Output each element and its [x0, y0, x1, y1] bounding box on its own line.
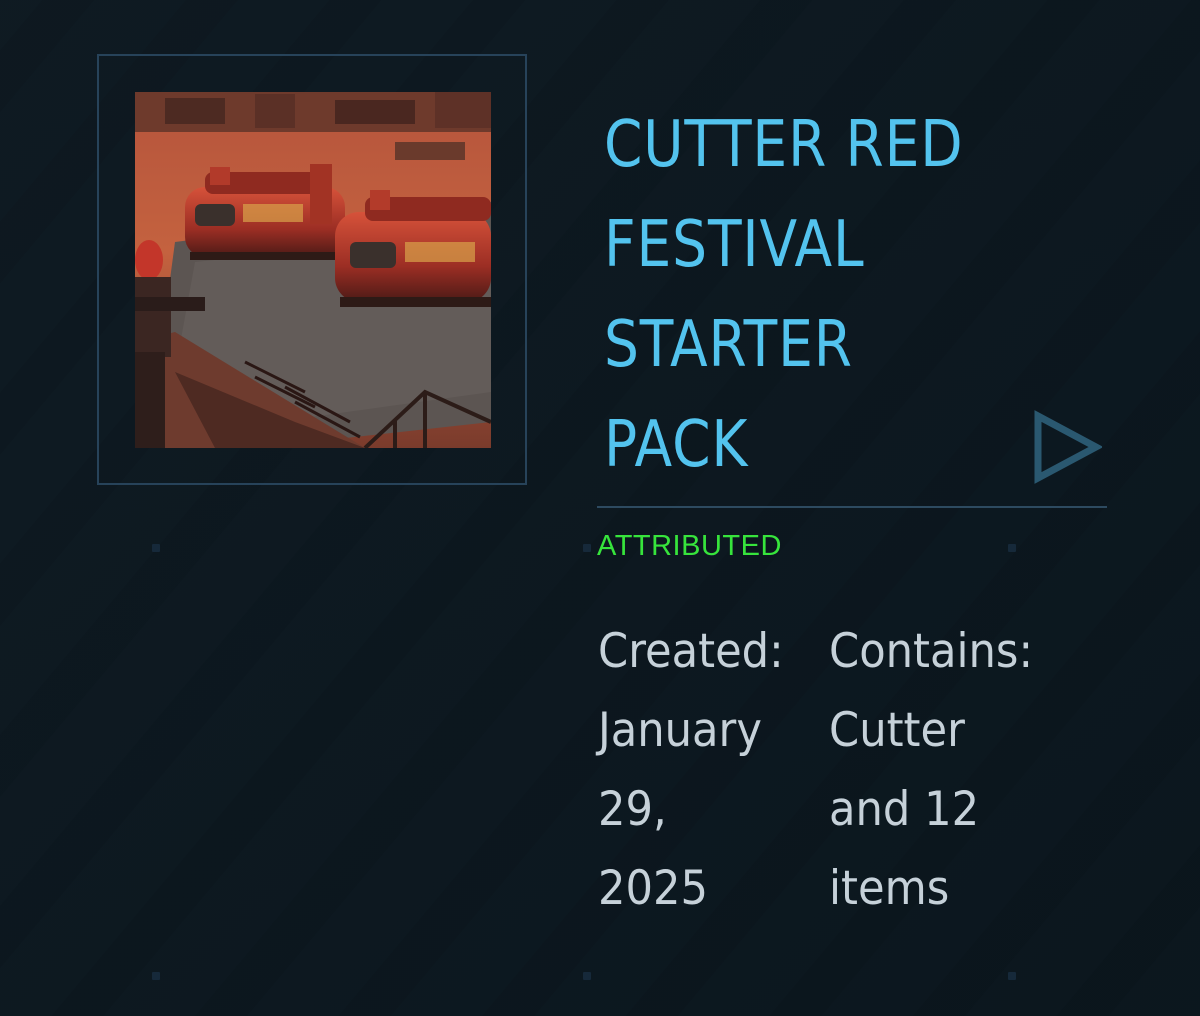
cutter-ships-image	[135, 92, 491, 448]
section-divider	[597, 506, 1107, 508]
created-value: 2025	[598, 861, 709, 916]
contains-info: Contains: Cutter and 12 items	[829, 612, 1033, 928]
grid-marker	[583, 972, 591, 980]
play-triangle-icon	[1034, 410, 1104, 484]
play-button[interactable]	[1030, 410, 1104, 484]
title-line: FESTIVAL	[604, 208, 865, 282]
contains-label: Contains:	[829, 624, 1034, 679]
created-value: 29,	[598, 782, 667, 837]
item-thumbnail[interactable]	[135, 92, 491, 448]
created-info: Created: January 29, 2025	[598, 612, 784, 928]
contains-value: Cutter	[829, 703, 965, 758]
created-value: January	[598, 703, 762, 758]
contains-value: items	[829, 861, 950, 916]
grid-marker	[1008, 972, 1016, 980]
grid-marker	[583, 544, 591, 552]
item-title: CUTTER RED FESTIVAL STARTER PACK	[604, 95, 982, 495]
contains-value: and 12	[829, 782, 980, 837]
status-badge: ATTRIBUTED	[597, 530, 782, 562]
grid-marker	[152, 544, 160, 552]
title-line: CUTTER RED	[604, 108, 964, 182]
grid-marker	[152, 972, 160, 980]
created-label: Created:	[598, 624, 784, 679]
grid-marker	[1008, 544, 1016, 552]
title-line: PACK	[604, 408, 749, 482]
title-line: STARTER	[604, 308, 853, 382]
